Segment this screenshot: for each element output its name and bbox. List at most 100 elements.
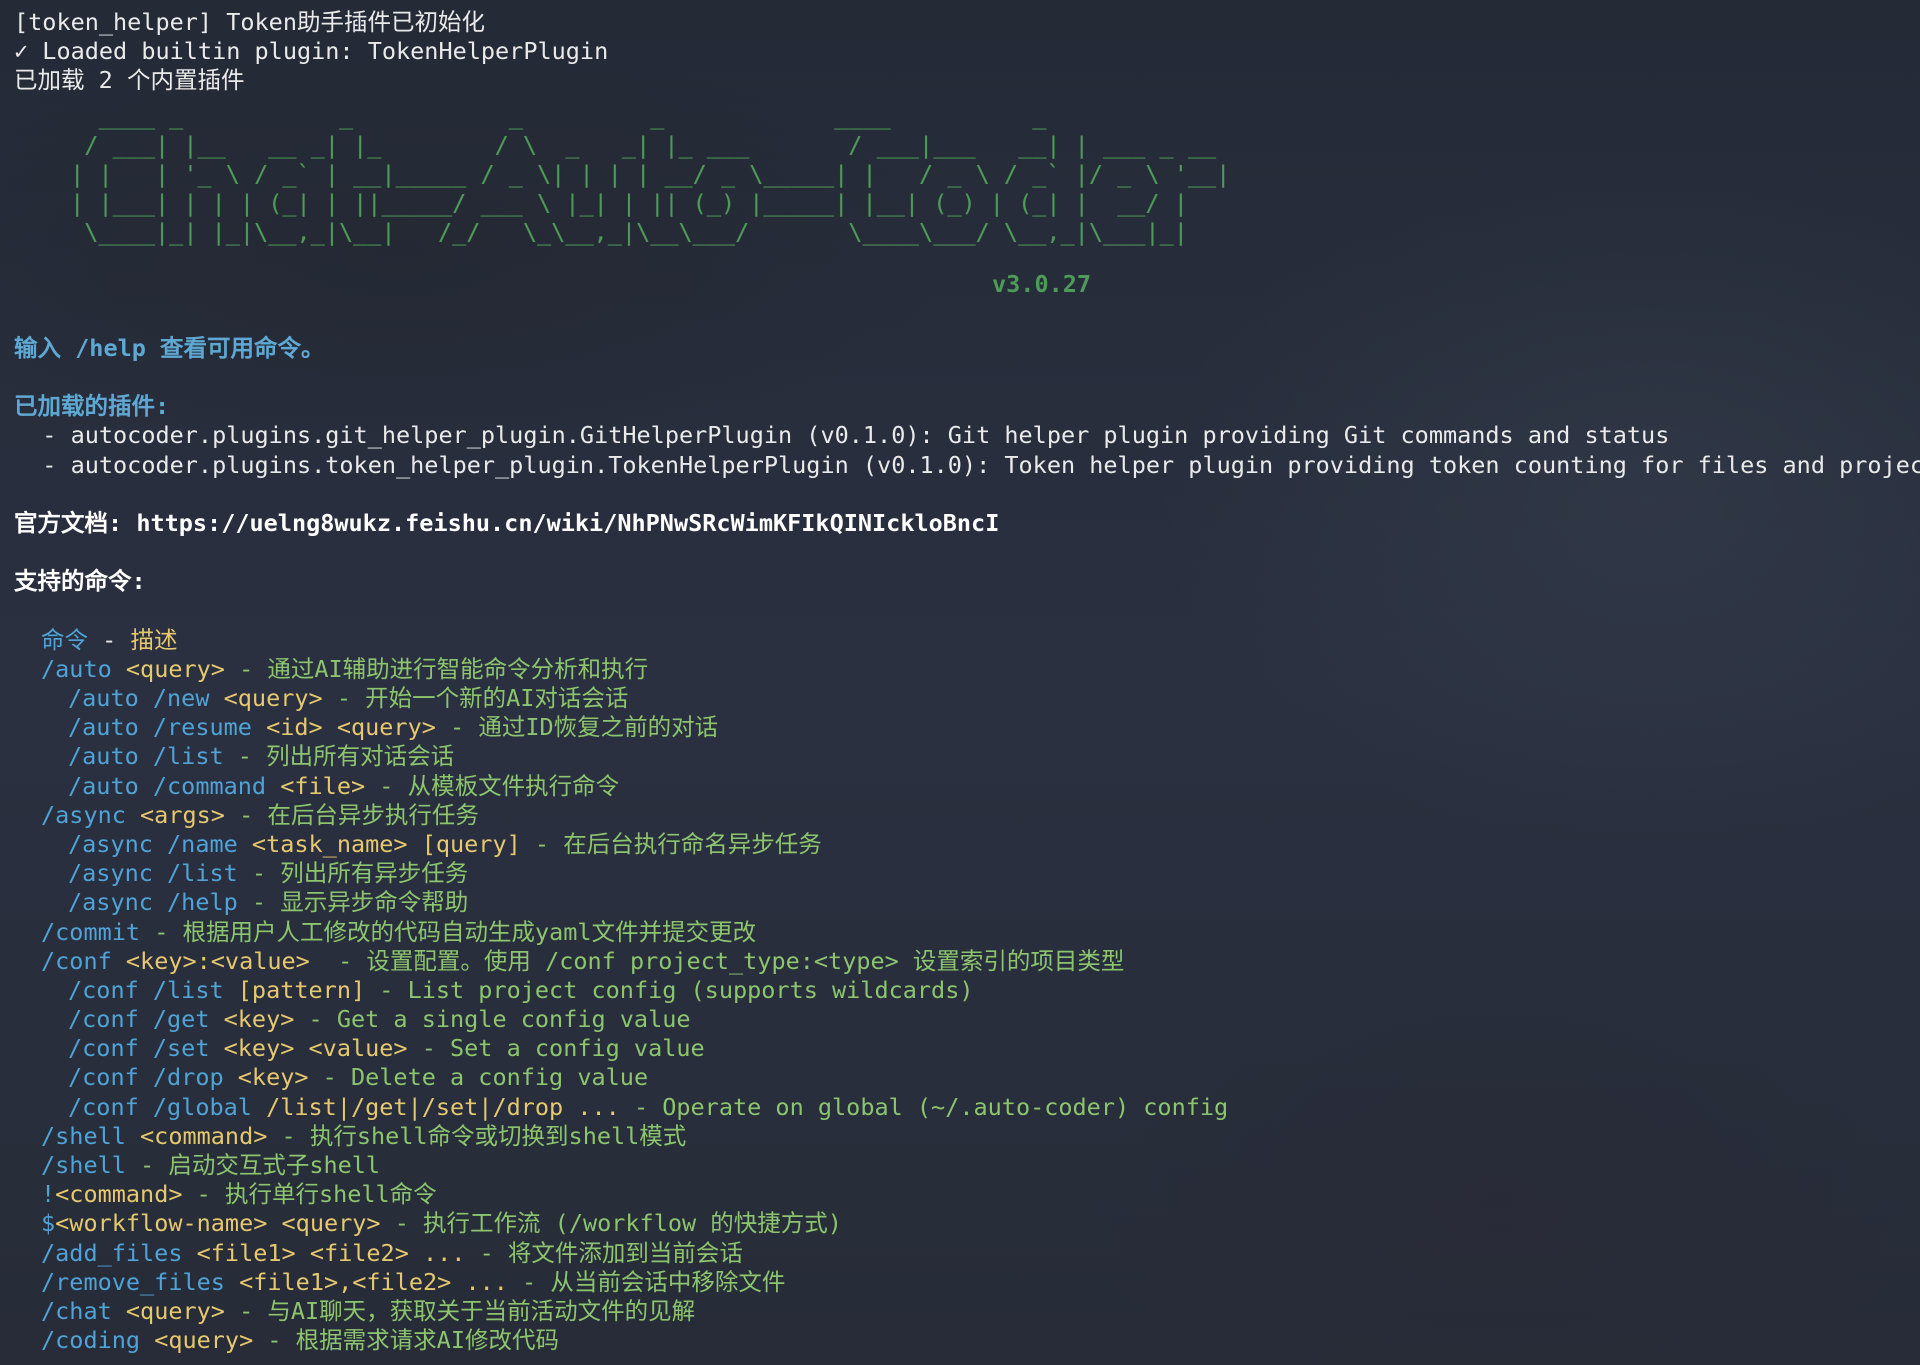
command-description: - 在后台异步执行任务 (224, 800, 479, 829)
command-description: - 执行单行shell命令 (182, 1180, 437, 1209)
command-args: <id> <query> (251, 713, 436, 742)
command-row: /async /name <task_name> [query] - 在后台执行… (14, 830, 1920, 859)
command-description: - 启动交互式子shell (125, 1151, 381, 1179)
command-args: <command> (125, 1121, 268, 1150)
command-args: <query> (209, 684, 323, 712)
command-description: - 执行shell命令或切换到shell模式 (267, 1121, 687, 1150)
help-hint: 输入 /help 查看可用命令。 (14, 333, 325, 362)
command-row: /auto /resume <id> <query> - 通过ID恢复之前的对话 (14, 713, 1920, 742)
command-args: [pattern] (223, 975, 366, 1004)
command-description: - 执行工作流 (/workflow 的快捷方式) (380, 1209, 842, 1238)
command-row: /remove_files <file1>,<file2> ... - 从当前会… (14, 1268, 1920, 1297)
plugin-item-git-helper: - autocoder.plugins.git_helper_plugin.Gi… (14, 421, 1670, 450)
ascii-banner-art: ____ _ _ _ _ ____ _ / ___| |__ __ _| |_ … (70, 101, 1231, 246)
command-name: /shell (41, 1121, 126, 1150)
commands-header-desc: 描述 (130, 625, 178, 654)
command-row: /auto /new <query> - 开始一个新的AI对话会话 (14, 684, 1920, 713)
command-row: /coding <query> - 根据需求请求AI修改代码 (14, 1326, 1920, 1355)
command-name: /auto /list (68, 742, 224, 771)
command-row: /auto <query> - 通过AI辅助进行智能命令分析和执行 (14, 655, 1920, 684)
command-args: <key> (209, 1005, 295, 1034)
command-description: - Set a config value (407, 1034, 705, 1063)
command-name: /coding (41, 1326, 141, 1355)
command-row: /auto /list - 列出所有对话会话 (14, 742, 1920, 771)
boot-line-loaded-plugin: ✓ Loaded builtin plugin: TokenHelperPlug… (14, 37, 609, 66)
command-description: - 显示异步命令帮助 (237, 888, 469, 917)
command-row: /async /help - 显示异步命令帮助 (14, 888, 1920, 917)
command-args: <workflow-name> <query> (55, 1209, 381, 1238)
command-name: /conf /drop (68, 1063, 224, 1092)
boot-line-builtin-count: 已加载 2 个内置插件 (14, 66, 245, 95)
boot-line-token-helper: [token_helper] Token助手插件已初始化 (14, 8, 485, 36)
plugin-item-token-helper: - autocoder.plugins.token_helper_plugin.… (14, 450, 1920, 479)
command-description: - 与AI聊天，获取关于当前活动文件的见解 (224, 1296, 696, 1325)
command-name: /conf /global (68, 1092, 252, 1121)
command-row: /async /list - 列出所有异步任务 (14, 859, 1920, 888)
command-description: - 在后台执行命名异步任务 (520, 829, 822, 858)
command-args: /list|/get|/set|/drop ... (251, 1092, 620, 1121)
terminal-output[interactable]: [token_helper] Token助手插件已初始化 ✓ Loaded bu… (0, 0, 1920, 1355)
command-row: /shell - 启动交互式子shell (14, 1151, 1920, 1180)
command-name: /commit (41, 917, 141, 946)
commands-header-cmd: 命令 (41, 625, 88, 654)
docs-line: 官方文档: https://uelng8wukz.feishu.cn/wiki/… (14, 509, 1920, 538)
command-row: /conf /drop <key> - Delete a config valu… (14, 1063, 1920, 1092)
command-row: /conf <key>:<value> - 设置配置。使用 /conf proj… (14, 947, 1920, 976)
command-args: <key> <value> (209, 1034, 408, 1063)
command-args: <file1> <file2> ... (182, 1238, 466, 1267)
plugins-heading: 已加载的插件: (14, 392, 170, 421)
command-description: - List project config (supports wildcard… (365, 975, 974, 1004)
command-row: !<command> - 执行单行shell命令 (14, 1180, 1920, 1209)
command-description: - 根据需求请求AI修改代码 (253, 1326, 559, 1355)
command-args: <key> (223, 1063, 309, 1092)
command-args: <key>:<value> (111, 946, 324, 975)
command-row: $<workflow-name> <query> - 执行工作流 (/workf… (14, 1209, 1920, 1238)
command-args: <command> (55, 1180, 183, 1209)
command-row: /conf /set <key> <value> - Set a config … (14, 1034, 1920, 1063)
version-label: v3.0.27 (992, 269, 1092, 298)
command-name: /remove_files (41, 1267, 225, 1296)
command-row: /conf /get <key> - Get a single config v… (14, 1005, 1920, 1034)
command-name: /async /help (68, 888, 238, 917)
command-row: /shell <command> - 执行shell命令或切换到shell模式 (14, 1122, 1920, 1151)
command-row: /auto /command <file> - 从模板文件执行命令 (14, 772, 1920, 801)
command-description: - 从模板文件执行命令 (365, 771, 620, 800)
commands-header-row: 命令 - 描述 (14, 626, 1920, 655)
command-description: - 通过AI辅助进行智能命令分析和执行 (224, 654, 649, 683)
command-name: /conf /set (68, 1034, 210, 1063)
ascii-banner: ____ _ _ _ _ ____ _ / ___| |__ __ _| |_ … (14, 102, 1920, 305)
command-description: - Delete a config value (308, 1063, 649, 1092)
command-name: /conf /get (68, 1005, 210, 1034)
command-name: /auto /command (68, 771, 267, 800)
command-name: /conf (41, 946, 112, 975)
command-description: - 设置配置。使用 /conf project_type:<type> 设置索引… (323, 946, 1125, 975)
command-row: /commit - 根据用户人工修改的代码自动生成yaml文件并提交更改 (14, 918, 1920, 947)
command-args: <query> (140, 1326, 254, 1355)
command-row: /conf /global /list|/get|/set|/drop ... … (14, 1093, 1920, 1122)
command-description: - 通过ID恢复之前的对话 (435, 713, 719, 742)
command-args: <args> (125, 800, 225, 829)
command-row: /conf /list [pattern] - List project con… (14, 976, 1920, 1005)
commands-heading: 支持的命令: (14, 567, 146, 596)
command-name: $ (41, 1209, 56, 1238)
command-row: /add_files <file1> <file2> ... - 将文件添加到当… (14, 1239, 1920, 1268)
command-row: /chat <query> - 与AI聊天，获取关于当前活动文件的见解 (14, 1297, 1920, 1326)
docs-link[interactable]: https://uelng8wukz.feishu.cn/wiki/NhPNwS… (136, 509, 999, 537)
command-description: - 根据用户人工修改的代码自动生成yaml文件并提交更改 (140, 917, 757, 946)
command-name: ! (41, 1180, 56, 1209)
command-args: <query> (111, 1296, 225, 1325)
command-description: - 列出所有对话会话 (223, 742, 455, 771)
command-description: - Get a single config value (294, 1005, 691, 1034)
command-list: /auto <query> - 通过AI辅助进行智能命令分析和执行/auto /… (14, 655, 1920, 1356)
docs-label: 官方文档: (14, 508, 123, 537)
command-name: /add_files (41, 1238, 183, 1267)
command-name: /shell (41, 1151, 126, 1179)
command-name: /auto /new (68, 684, 210, 712)
command-name: /async /name (68, 829, 238, 858)
command-row: /async <args> - 在后台异步执行任务 (14, 801, 1920, 830)
command-name: /auto /resume (68, 713, 252, 742)
command-description: - Operate on global (~/.auto-coder) conf… (619, 1092, 1229, 1121)
command-name: /async (41, 800, 126, 829)
command-args: <query> (111, 654, 225, 683)
command-name: /chat (41, 1296, 112, 1325)
